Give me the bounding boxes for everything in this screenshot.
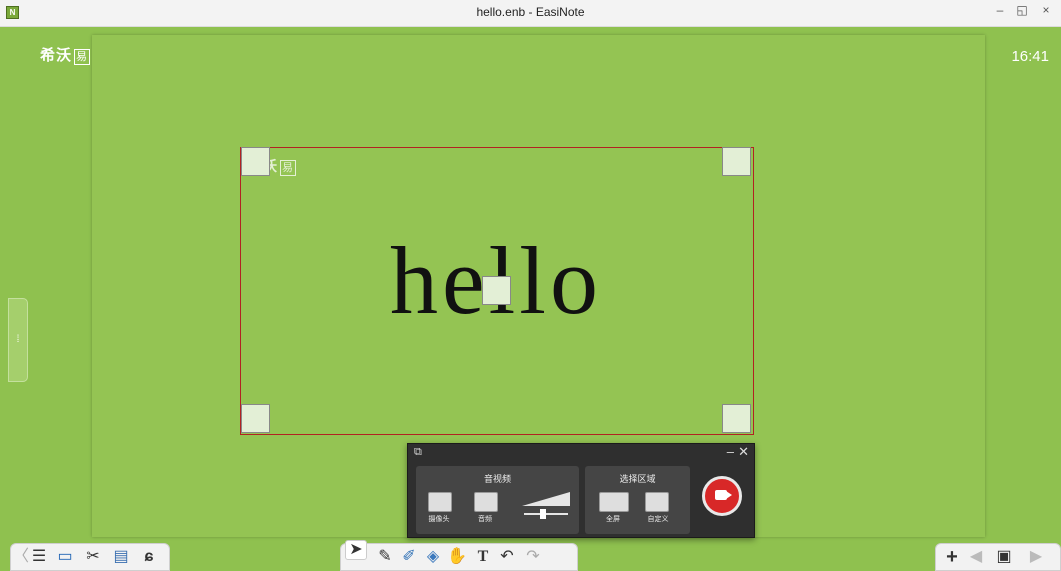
- previous-page-icon[interactable]: ◀: [966, 548, 986, 566]
- window-titlebar: N hello.enb - EasiNote – ◱ ×: [0, 0, 1061, 27]
- resize-handle-bottom-right[interactable]: [722, 404, 751, 433]
- custom-area-button[interactable]: [645, 492, 669, 512]
- monitor-icon[interactable]: ▭: [55, 548, 75, 566]
- move-handle-center[interactable]: [482, 276, 511, 305]
- brand-logo-box: 易: [74, 49, 91, 65]
- screen-recorder-panel: ⧉ – ✕ 音视频 摄像头 音频 选择区域 全屏 自定义: [407, 443, 755, 538]
- minimize-button[interactable]: –: [991, 3, 1009, 17]
- custom-area-label: 自定义: [647, 516, 669, 523]
- close-button[interactable]: ×: [1037, 3, 1055, 17]
- volume-slider[interactable]: [520, 490, 572, 522]
- add-page-icon[interactable]: +: [942, 547, 962, 567]
- window-title: hello.enb - EasiNote: [476, 5, 585, 19]
- erase-icon[interactable]: ɕ: [139, 548, 159, 566]
- tools-icon[interactable]: ✂: [83, 548, 103, 566]
- bottom-right-toolbar: + ◀ ▣ ▶: [935, 543, 1061, 571]
- brand-logo: 希沃易: [40, 44, 91, 65]
- resize-handle-top-left[interactable]: [241, 147, 270, 176]
- menu-icon[interactable]: ☰: [29, 548, 49, 566]
- select-arrow-icon[interactable]: ➤: [345, 540, 367, 560]
- fullscreen-label: 全屏: [606, 516, 620, 523]
- recorder-close-button[interactable]: ✕: [738, 444, 749, 460]
- inserted-logo-box: 易: [280, 160, 296, 176]
- text-tool-icon[interactable]: T: [473, 548, 493, 566]
- pen-icon[interactable]: ✎: [375, 548, 395, 566]
- side-panel-toggle[interactable]: ⁞: [8, 298, 28, 382]
- clock: 16:41: [1011, 48, 1049, 65]
- resize-handle-bottom-left[interactable]: [241, 404, 270, 433]
- recorder-header: ⧉ – ✕: [408, 444, 754, 462]
- page-list-icon[interactable]: ▣: [994, 548, 1014, 566]
- brand-logo-text: 希沃: [40, 47, 73, 64]
- fullscreen-button[interactable]: [599, 492, 629, 512]
- clapper-icon[interactable]: ▤: [111, 548, 131, 566]
- area-group: 选择区域 全屏 自定义: [585, 466, 690, 534]
- highlighter-icon[interactable]: ✐: [399, 548, 419, 566]
- recorder-minimize-button[interactable]: –: [727, 444, 734, 459]
- area-group-title: 选择区域: [619, 474, 656, 484]
- record-button[interactable]: [702, 476, 742, 516]
- redo-icon[interactable]: ↷: [523, 548, 543, 566]
- resize-handle-top-right[interactable]: [722, 147, 751, 176]
- camera-button[interactable]: [428, 492, 452, 512]
- chevron-left-icon[interactable]: 〈: [11, 548, 31, 566]
- undo-icon[interactable]: ↶: [497, 548, 517, 566]
- bottom-center-toolbar: ➤ ✎ ✐ ◈ ✋ T ↶ ↷: [340, 540, 578, 571]
- audio-label: 音频: [478, 516, 492, 523]
- bottom-left-toolbar: 〈 ☰ ▭ ✂ ▤ ɕ: [10, 543, 170, 571]
- av-group: 音视频 摄像头 音频: [416, 466, 579, 534]
- eraser-icon[interactable]: ◈: [423, 548, 443, 566]
- camera-label: 摄像头: [428, 516, 450, 523]
- restore-button[interactable]: ◱: [1013, 3, 1031, 17]
- hand-icon[interactable]: ✋: [447, 548, 467, 566]
- audio-button[interactable]: [474, 492, 498, 512]
- av-group-title: 音视频: [483, 474, 511, 484]
- expand-icon[interactable]: ⧉: [414, 446, 422, 459]
- next-page-icon[interactable]: ▶: [1026, 548, 1046, 566]
